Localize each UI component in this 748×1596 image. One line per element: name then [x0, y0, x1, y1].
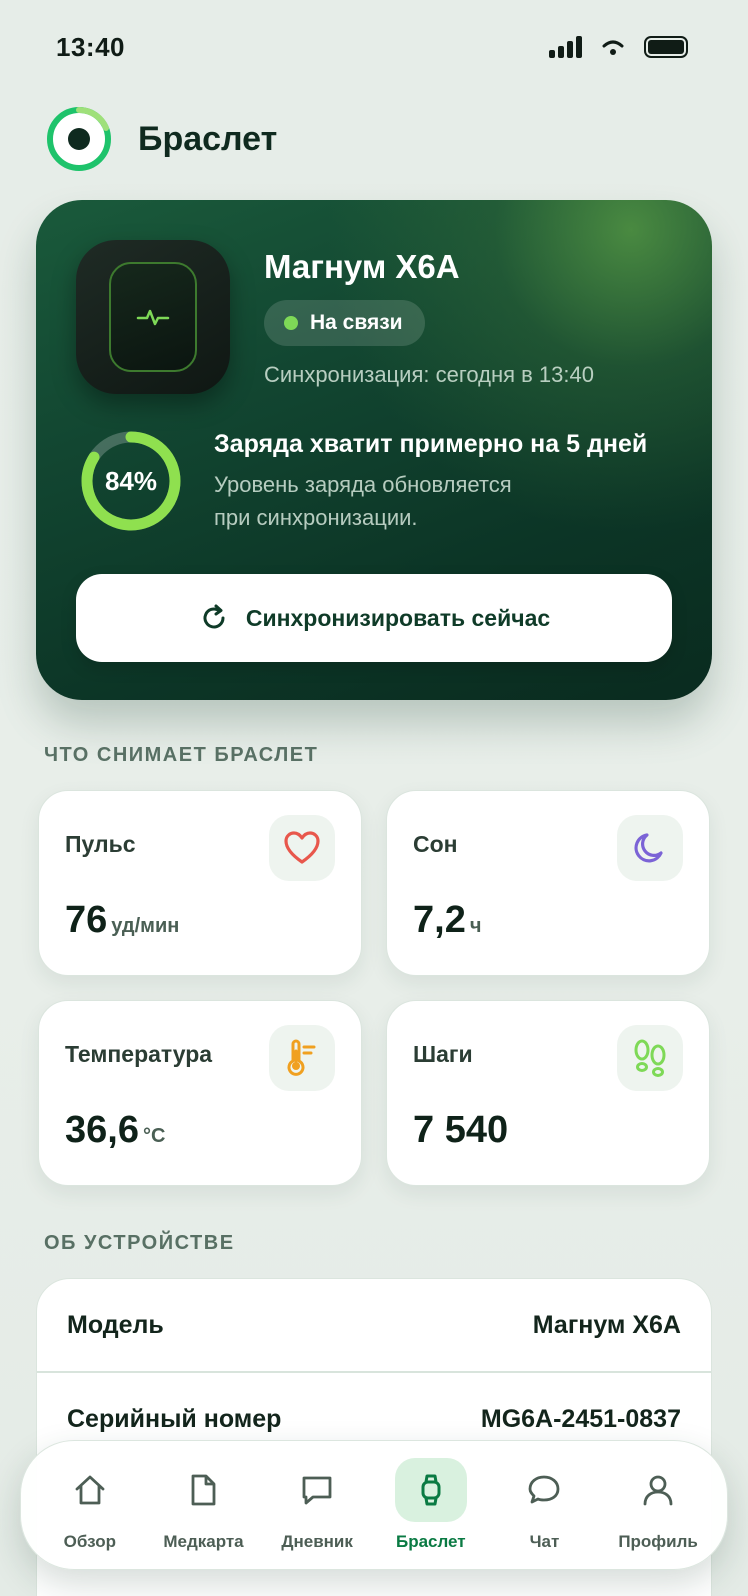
- watch-face: [109, 262, 197, 372]
- metrics-section-heading: ЧТО СНИМАЕТ БРАСЛЕТ: [44, 744, 319, 766]
- about-key: Модель: [67, 1310, 164, 1339]
- battery-ring: 84%: [80, 430, 182, 532]
- metric-unit: ч: [469, 915, 482, 937]
- metric-value: 36,6: [65, 1109, 139, 1151]
- home-icon: [54, 1458, 126, 1522]
- page-title: Браслет: [138, 119, 278, 158]
- app-logo-icon: [47, 106, 111, 171]
- chat-bubble-icon: [508, 1458, 580, 1522]
- refresh-icon: [203, 604, 225, 629]
- device-card: Магнум X6A На связи Синхронизация: сегод…: [36, 200, 712, 700]
- metric-unit: °C: [142, 1125, 166, 1147]
- sync-now-label: Синхронизировать сейчас: [245, 604, 551, 631]
- metric-label: Шаги: [413, 1041, 473, 1067]
- metric-value: 76: [65, 899, 108, 941]
- nav-label: Обзор: [63, 1532, 116, 1551]
- connection-status-badge: На связи: [264, 300, 425, 346]
- metric-card-pulse[interactable]: Пульс 76 уд/мин: [38, 790, 362, 976]
- metric-value-row: 7 540: [413, 1109, 512, 1152]
- cellular-signal-icon: [549, 36, 582, 58]
- status-bar: 13:40: [0, 0, 748, 96]
- footsteps-icon: [617, 1025, 683, 1091]
- device-name: Магнум X6A: [264, 248, 460, 285]
- metric-label: Температура: [65, 1041, 213, 1067]
- about-value: Магнум X6A: [532, 1310, 681, 1339]
- nav-item-profile[interactable]: Профиль: [603, 1450, 713, 1560]
- battery-note: Уровень заряда обновляется при синхрониз…: [214, 472, 512, 530]
- metric-label: Сон: [413, 831, 458, 857]
- wifi-icon: [602, 40, 624, 55]
- heart-icon: [269, 815, 335, 881]
- metric-card-steps[interactable]: Шаги 7 540: [386, 1000, 710, 1186]
- nav-item-diary[interactable]: Дневник: [262, 1450, 372, 1560]
- pulse-icon: [136, 309, 170, 326]
- nav-item-overview[interactable]: Обзор: [35, 1450, 145, 1560]
- metric-value: 7,2: [413, 899, 466, 941]
- status-time: 13:40: [56, 32, 125, 62]
- bottom-navigation: Обзор Медкарта Дневник Браслет Чат Профи…: [20, 1440, 728, 1570]
- metric-value-row: 76 уд/мин: [65, 899, 179, 942]
- battery-estimate: Заряда хватит примерно на 5 дней: [214, 430, 648, 458]
- nav-item-medical-record[interactable]: Медкарта: [148, 1450, 258, 1560]
- battery-icon: [644, 36, 688, 58]
- moon-icon: [617, 815, 683, 881]
- metric-unit: уд/мин: [111, 915, 180, 937]
- metric-card-sleep[interactable]: Сон 7,2 ч: [386, 790, 710, 976]
- thermometer-icon: [269, 1025, 335, 1091]
- page-header: Браслет: [46, 106, 277, 172]
- status-icons: [549, 36, 688, 58]
- nav-label: Дневник: [281, 1532, 353, 1551]
- metric-card-temperature[interactable]: Температура 36,6 °C: [38, 1000, 362, 1186]
- online-dot-icon: [284, 316, 298, 330]
- nav-label: Медкарта: [163, 1532, 244, 1551]
- about-value: MG6A-2451-0837: [480, 1404, 681, 1433]
- nav-label: Профиль: [618, 1532, 698, 1551]
- message-square-icon: [281, 1458, 353, 1522]
- about-key: Серийный номер: [67, 1404, 282, 1433]
- about-row-model: Модель Магнум X6A: [37, 1279, 711, 1371]
- metric-value: 7 540: [413, 1109, 509, 1151]
- nav-label: Чат: [529, 1532, 560, 1551]
- about-section-heading: ОБ УСТРОЙСТВЕ: [44, 1232, 235, 1254]
- sync-now-button[interactable]: Синхронизировать сейчас: [76, 574, 672, 662]
- metric-label: Пульс: [65, 831, 136, 857]
- watch-icon: [394, 1458, 467, 1522]
- metric-value-row: 7,2 ч: [413, 899, 481, 942]
- nav-label: Браслет: [395, 1532, 466, 1551]
- document-icon: [167, 1458, 239, 1522]
- watch-image: [76, 240, 230, 394]
- connection-status-text: На связи: [310, 311, 403, 334]
- metric-value-row: 36,6 °C: [65, 1109, 165, 1152]
- nav-item-chat[interactable]: Чат: [489, 1450, 599, 1560]
- nav-item-bracelet[interactable]: Браслет: [376, 1450, 486, 1560]
- battery-percent: 84%: [104, 465, 158, 496]
- last-sync-text: Синхронизация: сегодня в 13:40: [264, 362, 594, 387]
- user-icon: [622, 1458, 694, 1522]
